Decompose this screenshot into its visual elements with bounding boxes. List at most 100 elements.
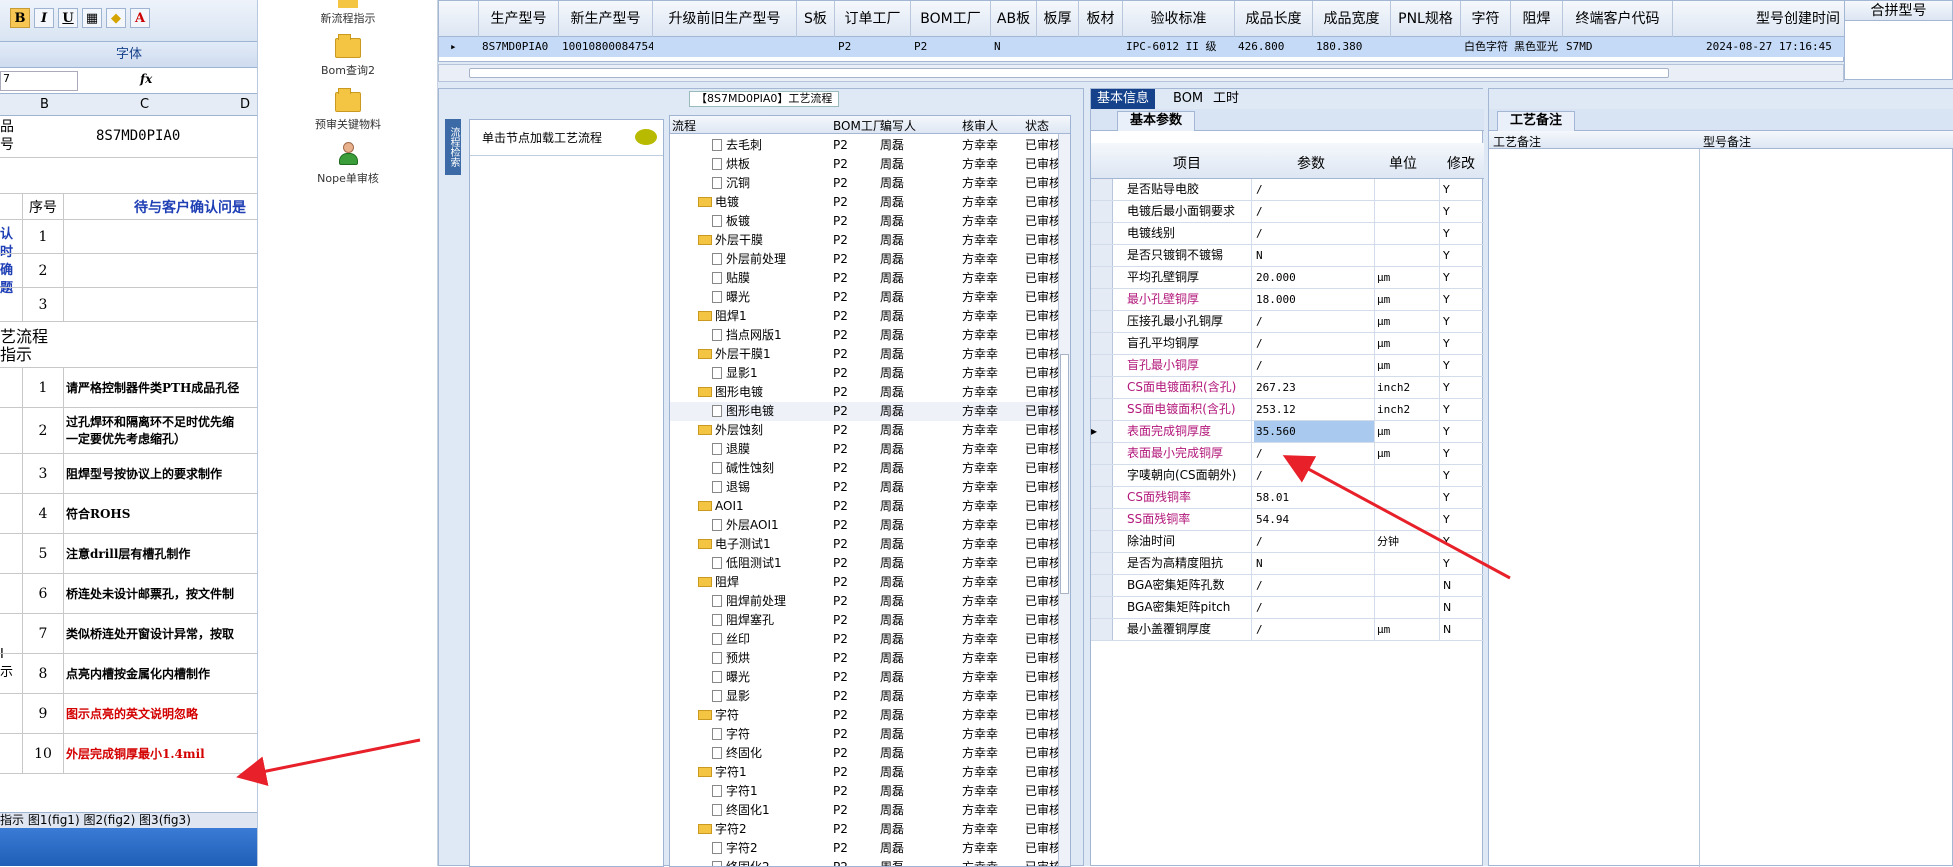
- name-box[interactable]: 7: [0, 71, 78, 91]
- tab-process-remarks[interactable]: 工艺备注: [1497, 111, 1576, 131]
- tree-node[interactable]: 外层干膜 P2 周磊 方幸幸 已审核: [670, 231, 1070, 250]
- chat-bubble-icon[interactable]: [635, 129, 657, 145]
- tree-node[interactable]: AOI1 P2 周磊 方幸幸 已审核: [670, 497, 1070, 516]
- bold-button[interactable]: B: [10, 8, 30, 28]
- param-row[interactable]: SS面电镀面积(含孔) 253.12 inch2 Y: [1091, 399, 1484, 421]
- param-row[interactable]: ▸ 表面完成铜厚度 35.560 μm Y: [1091, 421, 1484, 443]
- tree-node[interactable]: 字符1 P2 周磊 方幸幸 已审核: [670, 763, 1070, 782]
- col-header[interactable]: 状态: [1025, 117, 1049, 134]
- col-header[interactable]: 修改: [1447, 153, 1475, 173]
- tree-node[interactable]: 丝印 P2 周磊 方幸幸 已审核: [670, 630, 1070, 649]
- tree-node[interactable]: 字符 P2 周磊 方幸幸 已审核: [670, 725, 1070, 744]
- col-header[interactable]: 生产型号: [479, 1, 559, 37]
- fill-color-icon[interactable]: ◆: [106, 8, 126, 28]
- col-header[interactable]: 流程: [672, 117, 696, 134]
- param-row[interactable]: 最小孔壁铜厚 18.000 μm Y: [1091, 289, 1484, 311]
- underline-button[interactable]: U: [58, 8, 78, 28]
- col-header-c[interactable]: C: [140, 97, 149, 112]
- process-search-tab[interactable]: 流程检索: [445, 119, 461, 175]
- tree-node[interactable]: 字符 P2 周磊 方幸幸 已审核: [670, 706, 1070, 725]
- col-header[interactable]: 升级前旧生产型号: [653, 1, 797, 37]
- param-row[interactable]: 最小盖覆铜厚度 / μm N: [1091, 619, 1484, 641]
- tree-node[interactable]: 图形电镀 P2 周磊 方幸幸 已审核: [670, 383, 1070, 402]
- tree-node[interactable]: 字符1 P2 周磊 方幸幸 已审核: [670, 782, 1070, 801]
- col-header-b[interactable]: B: [40, 97, 49, 112]
- font-color-icon[interactable]: A: [130, 8, 150, 28]
- tree-node[interactable]: 预烘 P2 周磊 方幸幸 已审核: [670, 649, 1070, 668]
- tree-node[interactable]: 挡点网版1 P2 周磊 方幸幸 已审核: [670, 326, 1070, 345]
- tab-hours[interactable]: 工时: [1207, 89, 1245, 109]
- tree-node[interactable]: 退膜 P2 周磊 方幸幸 已审核: [670, 440, 1070, 459]
- col-header[interactable]: 项目: [1173, 153, 1201, 173]
- col-header[interactable]: 核审人: [962, 117, 998, 134]
- col-header[interactable]: 板厚: [1037, 1, 1079, 37]
- col-header-d[interactable]: D: [240, 97, 250, 112]
- tree-node[interactable]: 电子测试1 P2 周磊 方幸幸 已审核: [670, 535, 1070, 554]
- col-header[interactable]: 验收标准: [1123, 1, 1235, 37]
- param-row[interactable]: SS面残铜率 54.94 Y: [1091, 509, 1484, 531]
- border-icon[interactable]: ▦: [82, 8, 102, 28]
- tree-node[interactable]: 电镀 P2 周磊 方幸幸 已审核: [670, 193, 1070, 212]
- tree-node[interactable]: 退锡 P2 周磊 方幸幸 已审核: [670, 478, 1070, 497]
- col-header[interactable]: 字符: [1461, 1, 1511, 37]
- param-row[interactable]: 电镀后最小面铜要求 / Y: [1091, 201, 1484, 223]
- param-row[interactable]: 表面最小完成铜厚 / μm Y: [1091, 443, 1484, 465]
- col-header[interactable]: 参数: [1297, 153, 1325, 173]
- param-row[interactable]: 是否贴导电胶 / Y: [1091, 179, 1484, 201]
- tree-node[interactable]: 低阻测试1 P2 周磊 方幸幸 已审核: [670, 554, 1070, 573]
- tree-node[interactable]: 终固化 P2 周磊 方幸幸 已审核: [670, 744, 1070, 763]
- tree-node[interactable]: 曝光 P2 周磊 方幸幸 已审核: [670, 668, 1070, 687]
- param-row[interactable]: CS面残铜率 58.01 Y: [1091, 487, 1484, 509]
- tree-node[interactable]: 字符2 P2 周磊 方幸幸 已审核: [670, 820, 1070, 839]
- col-header[interactable]: BOM工厂: [911, 1, 991, 37]
- tree-node[interactable]: 显影1 P2 周磊 方幸幸 已审核: [670, 364, 1070, 383]
- param-row[interactable]: 盲孔最小铜厚 / μm Y: [1091, 355, 1484, 377]
- param-row[interactable]: 除油时间 / 分钟 Y: [1091, 531, 1484, 553]
- col-header[interactable]: BOM工厂: [833, 117, 885, 134]
- tree-node[interactable]: 板镀 P2 周磊 方幸幸 已审核: [670, 212, 1070, 231]
- tree-node[interactable]: 阻焊 P2 周磊 方幸幸 已审核: [670, 573, 1070, 592]
- col-header[interactable]: 新生产型号: [559, 1, 653, 37]
- param-row[interactable]: 平均孔壁铜厚 20.000 μm Y: [1091, 267, 1484, 289]
- tree-node[interactable]: 显影 P2 周磊 方幸幸 已审核: [670, 687, 1070, 706]
- model-row-selected[interactable]: ▸ 8S7MD0PIA0 10010800084754 P2 P2 N IPC-…: [439, 37, 1845, 57]
- sheet-tabs[interactable]: 指示 图1(fig1) 图2(fig2) 图3(fig3): [0, 812, 257, 828]
- col-header[interactable]: 编写人: [880, 117, 916, 134]
- param-row[interactable]: 盲孔平均铜厚 / μm Y: [1091, 333, 1484, 355]
- merge-model-header[interactable]: 合拼型号: [1845, 1, 1952, 21]
- param-row[interactable]: 压接孔最小孔铜厚 / μm Y: [1091, 311, 1484, 333]
- tab-basic-params[interactable]: 基本参数: [1117, 111, 1196, 131]
- tree-node[interactable]: 沉铜 P2 周磊 方幸幸 已审核: [670, 174, 1070, 193]
- param-row[interactable]: BGA密集矩阵孔数 / N: [1091, 575, 1484, 597]
- col-header[interactable]: 终端客户代码: [1563, 1, 1673, 37]
- col-header[interactable]: 订单工厂: [835, 1, 911, 37]
- param-row[interactable]: 字唛朝向(CS面朝外) / Y: [1091, 465, 1484, 487]
- tree-node[interactable]: 图形电镀 P2 周磊 方幸幸 已审核: [670, 402, 1070, 421]
- col-header[interactable]: S板: [797, 1, 835, 37]
- italic-button[interactable]: I: [34, 8, 54, 28]
- col-header[interactable]: 成品宽度: [1313, 1, 1391, 37]
- tree-node[interactable]: 字符2 P2 周磊 方幸幸 已审核: [670, 839, 1070, 858]
- tree-node[interactable]: 外层前处理 P2 周磊 方幸幸 已审核: [670, 250, 1070, 269]
- param-row[interactable]: 是否为高精度阻抗 N Y: [1091, 553, 1484, 575]
- bom-query-button[interactable]: Bom查询2: [258, 34, 438, 78]
- tree-node[interactable]: 碱性蚀刻 P2 周磊 方幸幸 已审核: [670, 459, 1070, 478]
- col-header[interactable]: 工艺备注: [1493, 133, 1541, 150]
- prereview-material-button[interactable]: 预审关键物料: [258, 88, 438, 132]
- tree-node[interactable]: 外层AOI1 P2 周磊 方幸幸 已审核: [670, 516, 1070, 535]
- new-process-button[interactable]: 新流程指示: [258, 0, 438, 26]
- col-header[interactable]: PNL规格: [1391, 1, 1461, 37]
- tree-node[interactable]: 曝光 P2 周磊 方幸幸 已审核: [670, 288, 1070, 307]
- col-header[interactable]: 阻焊: [1511, 1, 1563, 37]
- fx-icon[interactable]: fx: [140, 72, 152, 86]
- col-header[interactable]: 型号创建时间: [1673, 1, 1845, 37]
- nope-review-button[interactable]: Nope单审核: [258, 142, 438, 186]
- col-header[interactable]: 单位: [1389, 153, 1417, 173]
- tree-node[interactable]: 外层干膜1 P2 周磊 方幸幸 已审核: [670, 345, 1070, 364]
- param-row[interactable]: BGA密集矩阵pitch / N: [1091, 597, 1484, 619]
- tree-node[interactable]: 去毛刺 P2 周磊 方幸幸 已审核: [670, 136, 1070, 155]
- tree-node[interactable]: 阻焊1 P2 周磊 方幸幸 已审核: [670, 307, 1070, 326]
- tab-bom[interactable]: BOM: [1167, 89, 1209, 109]
- col-header[interactable]: 成品长度: [1235, 1, 1313, 37]
- tree-node[interactable]: 贴膜 P2 周磊 方幸幸 已审核: [670, 269, 1070, 288]
